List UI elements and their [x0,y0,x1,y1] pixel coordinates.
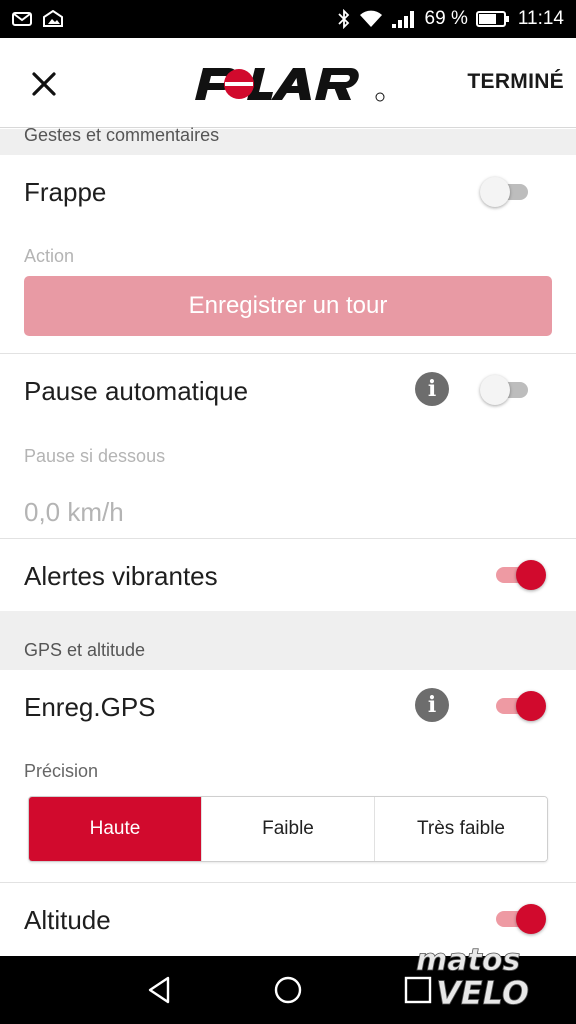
recents-button[interactable] [402,974,434,1006]
precision-option-very-low[interactable]: Très faible [374,797,547,861]
battery-percent: 69 % [424,8,468,29]
precision-selector: Haute Faible Très faible [28,796,548,862]
navigation-bar [0,956,576,1024]
done-button[interactable]: TERMINÉ [467,70,564,94]
vibration-alerts-label: Alertes vibrantes [24,561,218,591]
altitude-toggle[interactable] [492,902,548,936]
precision-option-high[interactable]: Haute [29,797,201,861]
gps-info-icon[interactable]: i [415,688,449,722]
auto-pause-toggle[interactable] [480,373,536,407]
home-button[interactable] [272,974,304,1006]
auto-pause-info-icon[interactable]: i [415,372,449,406]
precision-option-low[interactable]: Faible [201,797,374,861]
tap-row: Frappe Action Enregistrer un tour [0,155,576,353]
action-label: Action [24,246,75,266]
recents-icon [404,976,432,1004]
vibration-alerts-toggle[interactable] [492,558,548,592]
section-header-gestures: Gestes et commentaires [0,126,576,155]
battery-icon [475,10,510,28]
gps-toggle[interactable] [492,689,548,723]
vibration-alerts-row: Alertes vibrantes [0,539,576,611]
altitude-row: Altitude [0,883,576,956]
bluetooth-icon [337,9,351,29]
pause-below-label: Pause si dessous [24,446,166,466]
record-lap-button[interactable]: Enregistrer un tour [24,276,552,336]
close-button[interactable] [26,66,62,102]
signal-icon [391,9,417,29]
mail-icon [12,11,32,27]
photo-icon [42,10,64,28]
auto-pause-row: Pause automatique i Pause si dessous 0,0… [0,354,576,538]
tap-label: Frappe [24,177,107,207]
precision-label: Précision [24,761,99,781]
section-header-gps: GPS et altitude [0,611,576,670]
back-button[interactable] [144,974,176,1006]
app-header: TERMINÉ [0,38,576,128]
gps-label: Enreg.GPS [24,692,156,722]
auto-pause-label: Pause automatique [24,376,249,406]
polar-logo [195,68,385,102]
status-bar: 69 % 11:14 [0,0,576,38]
home-icon [274,976,302,1004]
wifi-icon [359,10,383,28]
pause-speed-field[interactable]: 0,0 km/h [24,497,124,528]
clock: 11:14 [517,8,564,29]
close-icon [32,72,56,96]
back-icon [148,976,170,1004]
altitude-label: Altitude [24,905,111,935]
tap-toggle[interactable] [480,175,536,209]
